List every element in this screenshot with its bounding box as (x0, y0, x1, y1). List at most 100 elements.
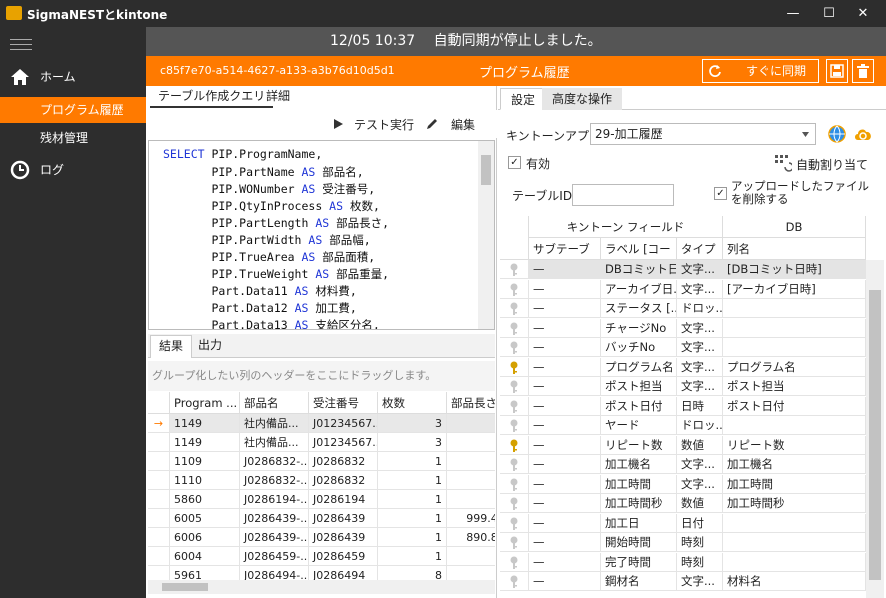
mapping-cell-label[interactable]: ポスト担当 (601, 377, 677, 396)
mapping-cell-col[interactable]: ポスト担当 (723, 377, 866, 396)
table-cell[interactable] (447, 471, 495, 490)
mapping-cell-col[interactable] (723, 416, 866, 435)
enabled-checkbox[interactable]: ✓ (508, 156, 521, 169)
table-cell[interactable]: 社内備品... (240, 414, 309, 433)
table-cell[interactable]: 1 (378, 471, 447, 490)
mapping-cell-type[interactable]: 文字... (677, 338, 723, 357)
mapping-cell-sub[interactable]: — (529, 357, 601, 377)
mapping-cell-label[interactable]: プログラム名 (601, 357, 677, 377)
row-indicator[interactable] (148, 433, 170, 452)
table-cell[interactable]: 社内備品... (240, 433, 309, 452)
table-cell[interactable]: 1 (378, 528, 447, 547)
mapping-cell-label[interactable]: ヤード (601, 416, 677, 435)
table-cell[interactable]: J0286459-... (240, 547, 309, 566)
mapping-cell-label[interactable]: リピート数 (601, 435, 677, 455)
sidebar-item-remnant-management[interactable]: 残材管理 (0, 125, 146, 151)
table-cell[interactable]: 1 (378, 509, 447, 528)
key-icon[interactable] (500, 474, 529, 494)
mapping-cell-col[interactable]: [DBコミット日時] (723, 260, 866, 279)
column-header[interactable]: 受注番号 (309, 392, 378, 414)
table-cell[interactable]: 1109 (170, 452, 240, 471)
table-cell[interactable] (447, 452, 495, 471)
mapping-cell-sub[interactable]: — (529, 299, 601, 318)
table-cell[interactable]: 5860 (170, 490, 240, 509)
tab-details[interactable]: 詳細 (258, 86, 298, 108)
table-cell[interactable]: 6006 (170, 528, 240, 547)
mapping-cell-sub[interactable]: — (529, 416, 601, 435)
mapping-cell-label[interactable]: チャージNo (601, 318, 677, 338)
mapping-cell-sub[interactable]: — (529, 552, 601, 572)
key-icon[interactable] (500, 552, 529, 572)
mapping-cell-col[interactable]: 加工時間 (723, 474, 866, 494)
mapping-cell-label[interactable]: 完了時間 (601, 552, 677, 572)
mapping-cell-col[interactable] (723, 552, 866, 572)
close-button[interactable]: ✕ (840, 0, 886, 27)
mapping-cell-label[interactable]: 加工時間 (601, 474, 677, 494)
mapping-cell-type[interactable]: 文字... (677, 474, 723, 494)
table-cell[interactable]: J0286194 (309, 490, 378, 509)
table-cell[interactable]: 1149 (170, 433, 240, 452)
mapping-cell-type[interactable]: 時刻 (677, 533, 723, 552)
test-run-button[interactable]: テスト実行 (354, 116, 414, 133)
table-cell[interactable]: J0286832-... (240, 471, 309, 490)
table-cell[interactable] (447, 414, 495, 433)
delete-uploaded-checkbox[interactable]: ✓ (714, 187, 727, 200)
mapping-cell-col[interactable] (723, 513, 866, 533)
key-icon[interactable] (500, 513, 529, 533)
mapping-cell-col[interactable]: ポスト日付 (723, 396, 866, 416)
table-cell[interactable]: J0286832 (309, 452, 378, 471)
column-header[interactable]: 枚数 (378, 392, 447, 414)
tab-advanced[interactable]: 高度な操作 (542, 88, 623, 110)
table-cell[interactable]: 1 (378, 452, 447, 471)
column-header[interactable]: ラベル [コード] (601, 238, 677, 278)
column-header[interactable]: タイプ (677, 238, 723, 260)
sql-editor[interactable]: SELECT PIP.ProgramName, PIP.PartName AS … (148, 140, 495, 330)
table-cell[interactable]: 6004 (170, 547, 240, 566)
mapping-cell-label[interactable]: 加工時間秒 (601, 494, 677, 513)
table-cell[interactable] (447, 547, 495, 566)
table-cell[interactable]: J01234567... (309, 414, 378, 433)
mapping-cell-label[interactable]: ポスト日付 (601, 396, 677, 416)
mapping-cell-type[interactable]: ドロッ... (677, 416, 723, 435)
key-icon[interactable] (500, 572, 529, 591)
column-header[interactable]: 部品名 (240, 392, 309, 414)
mapping-cell-sub[interactable]: — (529, 318, 601, 338)
tab-output[interactable]: 出力 (190, 335, 230, 357)
table-cell[interactable]: J0286439-... (240, 528, 309, 547)
mapping-cell-type[interactable]: 数値 (677, 435, 723, 455)
mapping-cell-type[interactable]: 文字... (677, 377, 723, 396)
key-icon[interactable] (500, 494, 529, 513)
delete-button[interactable] (852, 59, 874, 83)
mapping-cell-sub[interactable]: — (529, 455, 601, 474)
mapping-cell-col[interactable] (723, 318, 866, 338)
mapping-cell-col[interactable]: 加工機名 (723, 455, 866, 474)
table-cell[interactable]: 6005 (170, 509, 240, 528)
mapping-cell-label[interactable]: バッチNo (601, 338, 677, 357)
cloud-refresh-icon[interactable] (854, 126, 874, 142)
table-cell[interactable]: 890.8( (447, 528, 495, 547)
key-icon[interactable] (500, 260, 529, 279)
column-header[interactable]: Program ... (170, 392, 240, 414)
mapping-cell-type[interactable]: 日付 (677, 513, 723, 533)
mapping-cell-sub[interactable]: — (529, 435, 601, 455)
mapping-cell-label[interactable]: 開始時間 (601, 533, 677, 552)
save-button[interactable] (826, 59, 848, 83)
mapping-cell-type[interactable]: 文字... (677, 357, 723, 377)
mapping-cell-type[interactable]: ドロッ... (677, 299, 723, 318)
row-indicator[interactable] (148, 547, 170, 566)
table-cell[interactable]: 3 (378, 414, 447, 433)
mapping-cell-sub[interactable]: — (529, 474, 601, 494)
primary-key-icon[interactable] (500, 357, 529, 377)
mapping-cell-type[interactable]: 日時 (677, 396, 723, 416)
key-icon[interactable] (500, 318, 529, 338)
row-indicator[interactable] (148, 452, 170, 471)
table-cell[interactable]: 1149 (170, 414, 240, 433)
mapping-cell-col[interactable]: プログラム名 (723, 357, 866, 377)
scroll-thumb[interactable] (869, 290, 881, 580)
table-cell[interactable]: 3 (378, 433, 447, 452)
key-icon[interactable] (500, 396, 529, 416)
table-cell[interactable]: J0286832 (309, 471, 378, 490)
mapping-cell-sub[interactable]: — (529, 396, 601, 416)
column-header[interactable]: サブテーブル (529, 238, 601, 278)
mapping-cell-sub[interactable]: — (529, 338, 601, 357)
